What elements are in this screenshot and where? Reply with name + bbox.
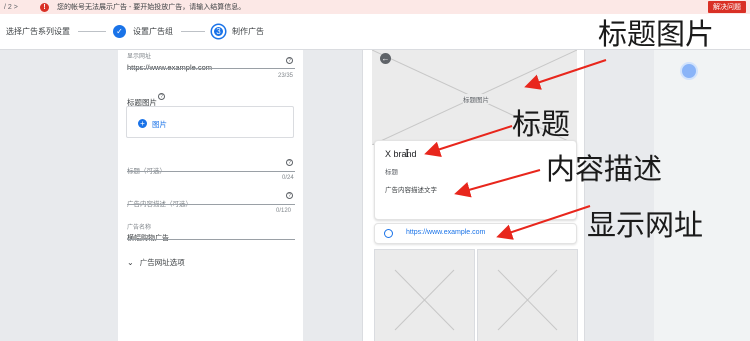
assistant-bubble-icon[interactable] xyxy=(680,62,698,80)
annotation-headline-label: 标题 xyxy=(512,107,571,141)
url-options-toggle[interactable]: ⌄ 广告网址选项 xyxy=(127,257,295,268)
step-make-ad[interactable]: 3 制作广告 xyxy=(212,25,264,38)
warning-message: 您的帐号无法展示广告 - 要开始投放广告，请输入结算信息。 xyxy=(57,4,246,11)
plus-icon: + xyxy=(138,119,147,128)
preview-description: 广告内容描述文字 xyxy=(385,187,437,194)
help-icon[interactable]: ? xyxy=(286,159,293,166)
step-number-icon: 3 xyxy=(212,25,225,38)
annotation-description-label: 内容描述 xyxy=(546,152,663,186)
image-placeholder-cross xyxy=(497,269,558,331)
step-label: 设置广告组 xyxy=(133,27,173,36)
description-field[interactable]: 广告内容描述（可选） xyxy=(127,193,295,211)
help-icon[interactable]: ? xyxy=(158,93,165,100)
ad-form-panel: 显示网址 https://www.example.com ? 23/35 标题图… xyxy=(118,50,303,341)
ad-name-field[interactable]: 横幅购物广告 xyxy=(127,227,295,245)
chevron-down-icon: ⌄ xyxy=(127,258,134,267)
check-icon: ✓ xyxy=(113,25,126,38)
step-connector xyxy=(181,31,205,32)
ad-preview-panel: 标题图片 ← X brand I 标题 广告内容描述文字 https://www… xyxy=(362,50,585,341)
step-label: 选择广告系列设置 xyxy=(6,27,70,36)
char-counter: 0/24 xyxy=(282,175,294,181)
headline-field[interactable]: 标题（可选） xyxy=(127,160,295,178)
preview-headline: 标题 xyxy=(385,169,398,176)
char-counter: 0/120 xyxy=(276,208,292,214)
display-url-field[interactable]: https://www.example.com xyxy=(127,57,295,75)
preview-url: https://www.example.com xyxy=(406,229,486,236)
image-placeholder-cross xyxy=(394,269,455,331)
pagination-nav[interactable]: / 2 > xyxy=(0,4,30,11)
field-underline xyxy=(127,171,295,172)
field-underline xyxy=(127,204,295,205)
annotation-url-label: 显示网址 xyxy=(587,208,704,242)
text-cursor-icon: I xyxy=(405,147,410,160)
help-icon[interactable]: ? xyxy=(286,57,293,64)
step-connector xyxy=(78,31,106,32)
field-underline xyxy=(127,239,295,240)
add-image-label: 图片 xyxy=(152,120,167,129)
char-counter: 23/35 xyxy=(278,73,294,79)
url-options-label: 广告网址选项 xyxy=(139,258,185,267)
field-underline xyxy=(127,68,295,69)
image-tile xyxy=(477,249,578,341)
warning-icon: ! xyxy=(40,2,49,12)
step-label: 制作广告 xyxy=(232,27,264,36)
back-arrow-icon[interactable]: ← xyxy=(380,53,391,64)
annotation-image-label: 标题图片 xyxy=(598,17,715,51)
globe-icon xyxy=(384,229,393,238)
image-tile xyxy=(374,249,475,341)
step-ad-group[interactable]: ✓ 设置广告组 xyxy=(113,25,173,38)
page: / 2 > ! 您的帐号无法展示广告 - 要开始投放广告，请输入结算信息。 解决… xyxy=(0,0,750,341)
hero-image-label: 标题图片 xyxy=(463,94,489,104)
display-url-row[interactable]: https://www.example.com xyxy=(374,223,577,244)
right-side-panel xyxy=(654,50,750,341)
add-image-box[interactable]: + 图片 xyxy=(126,106,294,138)
step-campaign-settings[interactable]: ✓ 选择广告系列设置 xyxy=(0,25,70,38)
help-icon[interactable]: ? xyxy=(286,192,293,199)
brand-text: X brand xyxy=(385,149,417,159)
